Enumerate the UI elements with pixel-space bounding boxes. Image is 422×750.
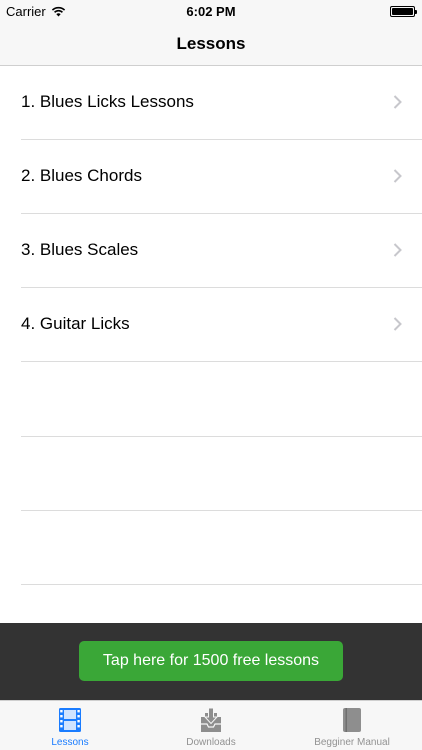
tab-beginner-manual[interactable]: Begginer Manual (282, 701, 422, 750)
row-divider (21, 361, 422, 362)
tab-lessons[interactable]: Lessons (0, 701, 140, 750)
battery-icon (390, 6, 417, 17)
lessons-list: 1. Blues Licks Lessons 2. Blues Chords 3… (0, 66, 422, 623)
lesson-row-label: 2. Blues Chords (21, 166, 142, 185)
download-tray-icon (201, 707, 221, 732)
chevron-right-icon (393, 317, 402, 331)
chevron-right-icon (393, 243, 402, 257)
navigation-bar: Lessons (0, 22, 422, 66)
row-divider (21, 584, 422, 585)
chevron-right-icon (393, 169, 402, 183)
lesson-row-guitar-licks[interactable]: 4. Guitar Licks (0, 288, 422, 362)
lesson-row-blues-scales[interactable]: 3. Blues Scales (0, 214, 422, 288)
tab-label: Lessons (51, 737, 89, 748)
tab-label: Downloads (186, 737, 236, 748)
tab-downloads[interactable]: Downloads (141, 701, 281, 750)
row-divider (21, 436, 422, 437)
lesson-row-label: 1. Blues Licks Lessons (21, 92, 194, 111)
page-title: Lessons (176, 34, 246, 53)
lesson-row-label: 4. Guitar Licks (21, 314, 130, 333)
lesson-row-blues-licks[interactable]: 1. Blues Licks Lessons (0, 66, 422, 140)
free-lessons-button[interactable]: Tap here for 1500 free lessons (79, 641, 343, 681)
tab-label: Begginer Manual (314, 737, 390, 748)
row-divider (21, 510, 422, 511)
lesson-row-label: 3. Blues Scales (21, 240, 139, 259)
status-bar: Carrier 6:02 PM (0, 0, 422, 22)
book-icon (343, 708, 361, 732)
chevron-right-icon (393, 95, 402, 109)
promo-banner: Tap here for 1500 free lessons (0, 623, 422, 700)
lesson-row-blues-chords[interactable]: 2. Blues Chords (0, 140, 422, 214)
status-time: 6:02 PM (186, 4, 236, 19)
tab-bar: Lessons Downloads Begginer Manual (0, 700, 422, 750)
film-icon (59, 708, 81, 732)
